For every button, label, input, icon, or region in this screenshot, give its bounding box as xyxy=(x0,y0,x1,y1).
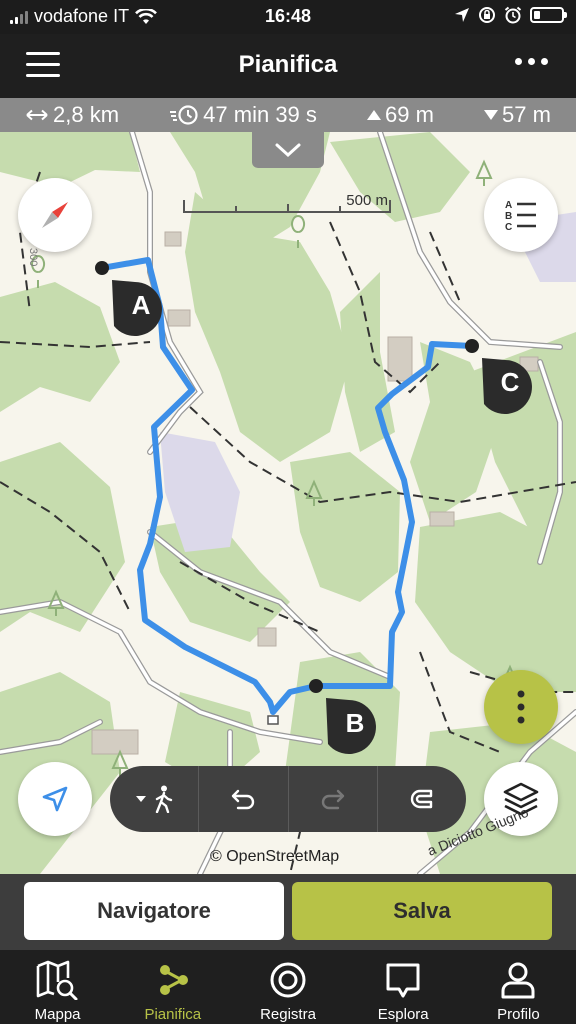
bottom-tab-bar: Mappa Pianifica Registra Esplora Profilo xyxy=(0,950,576,1024)
ascent-value: 69 m xyxy=(385,102,434,127)
record-icon xyxy=(270,962,306,998)
waypoint-b-dot[interactable] xyxy=(309,679,323,693)
app-bar: Pianifica xyxy=(0,34,576,98)
route-plan-icon xyxy=(159,965,188,995)
tab-pianifica[interactable]: Pianifica xyxy=(115,950,230,1024)
forest-areas xyxy=(0,132,576,874)
descent-stat: 57 m xyxy=(484,102,551,128)
svg-text:B: B xyxy=(505,211,512,222)
action-bar: Navigatore Salva xyxy=(0,874,576,950)
magnet-icon xyxy=(410,789,433,809)
tab-profilo-label: Profilo xyxy=(497,1006,540,1023)
tab-profilo[interactable]: Profilo xyxy=(461,950,576,1024)
chevron-down-icon xyxy=(275,143,301,158)
walking-icon xyxy=(155,785,173,813)
compass-button[interactable] xyxy=(18,178,92,252)
distance-stat: 2,8 km xyxy=(25,102,119,128)
osm-attribution[interactable]: © OpenStreetMap xyxy=(210,848,339,866)
undo-icon xyxy=(232,789,255,810)
locate-me-button[interactable] xyxy=(18,762,92,836)
collapse-stats-button[interactable] xyxy=(252,132,324,168)
duration-stat: 47 min 39 s xyxy=(169,102,317,128)
distance-arrows-icon xyxy=(26,109,48,121)
vertical-dots-icon xyxy=(517,690,525,724)
descent-triangle-icon xyxy=(484,110,499,120)
tab-esplora[interactable]: Esplora xyxy=(346,950,461,1024)
location-arrow-icon xyxy=(455,8,469,22)
scale-label: 500 m xyxy=(346,192,388,209)
rotation-lock-icon xyxy=(479,7,495,23)
profile-icon xyxy=(501,962,535,999)
ascent-stat: 69 m xyxy=(367,102,434,128)
waypoint-b-label: B xyxy=(346,708,365,738)
page-title: Pianifica xyxy=(238,51,338,78)
poi-icon xyxy=(267,715,279,725)
routing-mode-selector[interactable] xyxy=(110,766,200,832)
compass-icon xyxy=(42,202,68,228)
stopwatch-icon xyxy=(170,105,198,125)
svg-text:C: C xyxy=(505,222,512,233)
tab-mappa[interactable]: Mappa xyxy=(0,950,115,1024)
ascent-triangle-icon xyxy=(367,110,381,120)
waypoint-a-dot[interactable] xyxy=(95,261,109,275)
elevation-label: 300 xyxy=(27,248,39,266)
caret-down-icon xyxy=(136,796,147,802)
navigator-button[interactable]: Navigatore xyxy=(24,882,284,940)
map-view[interactable]: A B C 300 500 m A B C © OpenStreetMap a … xyxy=(0,132,576,874)
battery-icon xyxy=(530,7,567,23)
save-button[interactable]: Salva xyxy=(292,882,552,940)
tab-registra-label: Registra xyxy=(260,1006,316,1023)
map-search-icon xyxy=(36,960,78,1000)
route-tools-toolbar xyxy=(110,766,466,832)
svg-text:A: A xyxy=(505,200,512,211)
more-options-button[interactable] xyxy=(484,670,558,744)
navigation-arrow-icon xyxy=(42,786,68,812)
waypoint-c-label: C xyxy=(501,367,520,397)
snap-to-road-button[interactable] xyxy=(378,766,466,832)
redo-icon xyxy=(321,789,344,810)
scale-bar: 500 m xyxy=(182,192,392,214)
explore-icon xyxy=(386,963,420,998)
waypoint-a-label: A xyxy=(132,290,151,320)
tab-esplora-label: Esplora xyxy=(377,1006,429,1023)
undo-button[interactable] xyxy=(199,766,289,832)
tab-pianifica-label: Pianifica xyxy=(144,1006,202,1023)
tab-registra[interactable]: Registra xyxy=(230,950,345,1024)
more-dots-icon[interactable] xyxy=(515,58,548,65)
abc-list-icon: A B C xyxy=(505,200,536,233)
redo-button[interactable] xyxy=(289,766,378,832)
descent-value: 57 m xyxy=(502,102,551,127)
duration-value: 47 min 39 s xyxy=(203,102,317,127)
status-bar: vodafone IT 16:48 xyxy=(0,0,576,34)
map-canvas[interactable]: A B C 300 xyxy=(0,132,576,874)
tab-mappa-label: Mappa xyxy=(34,1006,81,1023)
waypoint-c-dot[interactable] xyxy=(465,339,479,353)
distance-value: 2,8 km xyxy=(53,102,120,127)
waypoint-list-button[interactable]: A B C xyxy=(484,178,558,252)
route-stats-bar: 2,8 km 47 min 39 s 69 m 57 m xyxy=(0,98,576,132)
alarm-icon xyxy=(504,6,522,24)
status-right xyxy=(454,6,567,24)
